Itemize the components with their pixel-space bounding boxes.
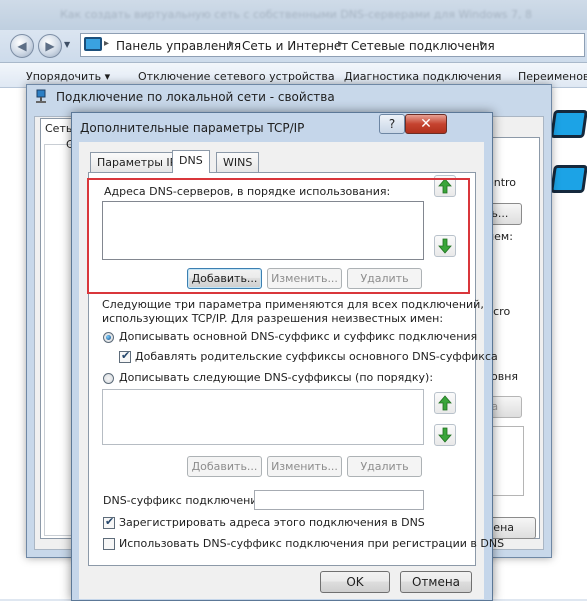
tab-network[interactable]: Сеть (40, 118, 74, 138)
check-parent-suffixes[interactable] (119, 349, 131, 363)
move-up-button[interactable] (434, 175, 456, 197)
recent-pages-chevron-icon[interactable]: ▼ (64, 40, 70, 49)
add-dns-server-button[interactable]: Добавить... (187, 268, 262, 289)
radio-custom-suffixes[interactable] (103, 373, 114, 384)
disable-device-command[interactable]: Отключение сетевого устройства (138, 70, 335, 83)
breadcrumb-network-internet[interactable]: Сеть и Интернет (242, 39, 348, 53)
cancel-button[interactable]: Отмена (400, 571, 472, 593)
network-adapter-icon[interactable] (550, 110, 587, 138)
radio-primary-suffix[interactable] (103, 332, 114, 343)
forward-button[interactable]: ▶ (38, 34, 62, 58)
help-button[interactable]: ? (379, 114, 405, 134)
connection-suffix-input[interactable] (254, 490, 424, 510)
chevron-right-icon[interactable]: ▸ (104, 38, 109, 49)
arrow-down-icon (438, 427, 452, 443)
check-use-suffix[interactable] (103, 538, 115, 550)
radio-primary-suffix-label[interactable]: Дописывать основной DNS-суффикс и суффик… (119, 330, 477, 343)
dns-suffixes-list[interactable] (102, 389, 424, 445)
check-register-dns-label[interactable]: Зарегистрировать адреса этого подключени… (119, 516, 425, 529)
tab-wins[interactable]: WINS (216, 152, 260, 172)
back-arrow-icon: ◀ (17, 39, 27, 53)
suffix-move-up-button[interactable] (434, 392, 456, 414)
arrow-up-icon (438, 395, 452, 411)
forward-arrow-icon: ▶ (45, 39, 55, 53)
add-suffix-button[interactable]: Добавить... (187, 456, 262, 477)
close-button[interactable]: ✕ (405, 114, 447, 134)
diagnose-command[interactable]: Диагностика подключения (344, 70, 501, 83)
breadcrumb-network-connections[interactable]: Сетевые подключения (351, 39, 495, 53)
check-use-suffix-label[interactable]: Использовать DNS-суффикс подключения при… (119, 537, 504, 550)
organize-menu[interactable]: Упорядочить ▾ (26, 70, 110, 83)
network-adapter-icon[interactable] (550, 165, 587, 193)
info-text-line-1: Следующие три параметра применяются для … (102, 298, 484, 311)
check-parent-suffixes-label[interactable]: Добавлять родительские суффиксы основног… (135, 350, 498, 363)
arrow-down-icon (438, 238, 452, 254)
ok-button[interactable]: OK (320, 571, 390, 593)
network-folder-icon (84, 37, 102, 51)
rename-command[interactable]: Переименов (518, 70, 587, 83)
move-down-button[interactable] (434, 235, 456, 257)
info-text-line-2: использующих TCP/IP. Для разрешения неиз… (102, 312, 444, 325)
radio-custom-suffixes-label[interactable]: Дописывать следующие DNS-суффиксы (по по… (119, 371, 433, 384)
tab-ip-settings[interactable]: Параметры IP (90, 152, 184, 172)
network-properties-icon (34, 89, 48, 103)
connection-suffix-label: DNS-суффикс подключения: (103, 494, 268, 507)
dns-servers-list[interactable] (102, 201, 424, 260)
check-register-dns[interactable] (103, 515, 115, 529)
chevron-right-icon[interactable]: ▸ (338, 38, 343, 49)
explorer-titlebar: Как создать виртуальную сеть с собственн… (0, 0, 587, 30)
edit-dns-server-button[interactable]: Изменить... (267, 268, 342, 289)
dialog-title: Дополнительные параметры TCP/IP (80, 121, 305, 135)
remove-dns-server-button[interactable]: Удалить (347, 268, 422, 289)
edit-suffix-button[interactable]: Изменить... (267, 456, 342, 477)
arrow-up-icon (438, 178, 452, 194)
dns-servers-label: Адреса DNS-серверов, в порядке использов… (104, 185, 391, 198)
properties-window-title: Подключение по локальной сети - свойства (56, 90, 335, 104)
chevron-right-icon[interactable]: ▸ (480, 38, 485, 49)
remove-suffix-button[interactable]: Удалить (347, 456, 422, 477)
explorer-title-text: Как создать виртуальную сеть с собственн… (60, 8, 533, 21)
tab-dns[interactable]: DNS (172, 150, 210, 173)
chevron-right-icon[interactable]: ▸ (229, 38, 234, 49)
suffix-move-down-button[interactable] (434, 424, 456, 446)
back-button[interactable]: ◀ (10, 34, 34, 58)
breadcrumb-control-panel[interactable]: Панель управления (116, 39, 241, 53)
